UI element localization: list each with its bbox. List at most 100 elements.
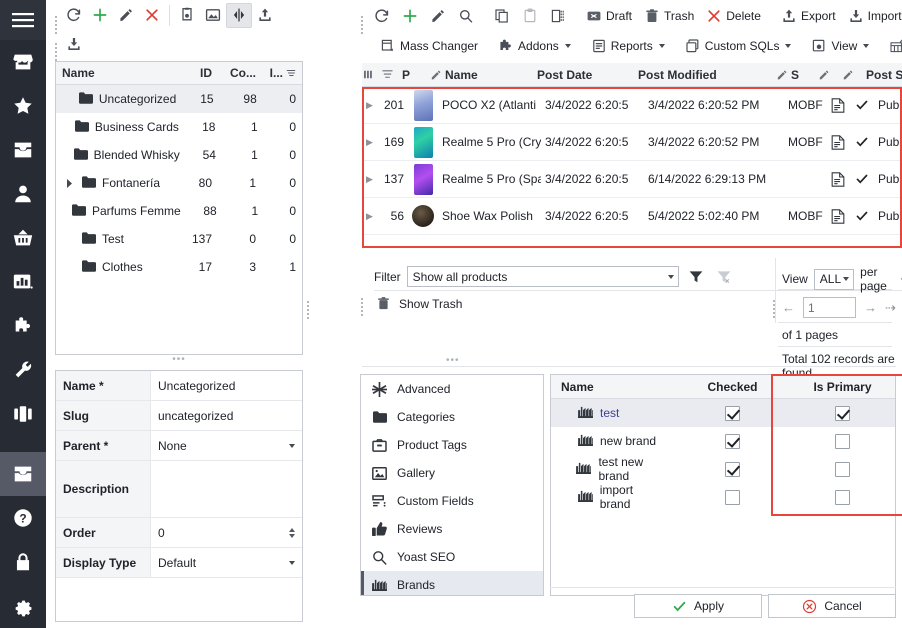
brand-row[interactable]: new brand xyxy=(551,427,895,455)
next-page-button[interactable]: → xyxy=(864,300,877,315)
bottom-splitter-dots[interactable]: ••• xyxy=(446,355,460,366)
product-row[interactable]: ▶137Realme 5 Pro (Spa3/4/2022 6:20:56/14… xyxy=(362,161,902,198)
search-button[interactable] xyxy=(452,3,480,28)
spinner-icon[interactable] xyxy=(289,528,295,538)
export-icon[interactable] xyxy=(252,3,278,28)
tab-advanced[interactable]: Advanced xyxy=(361,375,543,403)
delete-icon[interactable] xyxy=(139,3,165,28)
property-value-cell[interactable]: Default xyxy=(151,548,302,577)
column-header-filter[interactable] xyxy=(378,69,398,80)
per-page-select[interactable]: ALL xyxy=(814,269,854,290)
user-icon[interactable] xyxy=(0,172,46,216)
column-header-name[interactable]: Name xyxy=(426,68,529,82)
trash-row-grip[interactable] xyxy=(358,294,365,320)
chart-icon[interactable] xyxy=(0,260,46,304)
brands-column-header-name[interactable]: Name xyxy=(551,380,675,394)
products-grid[interactable]: P Name Post Date Post Modified S xyxy=(362,63,902,250)
column-header-check[interactable] xyxy=(838,69,862,81)
brand-row[interactable]: test new brand xyxy=(551,455,895,483)
column-header-post-status[interactable]: Post S xyxy=(862,68,902,82)
column-header-i[interactable]: I... xyxy=(262,66,302,80)
tab-yoast-seo[interactable]: Yoast SEO xyxy=(361,543,543,571)
property-value-cell[interactable] xyxy=(151,461,302,517)
column-header-post-date[interactable]: Post Date xyxy=(529,68,632,82)
edit-icon[interactable] xyxy=(113,3,139,28)
compare-icon[interactable] xyxy=(226,3,252,28)
toolbar-grip[interactable] xyxy=(52,10,59,40)
column-header-name[interactable]: Name xyxy=(56,66,180,80)
column-header-count[interactable]: Co... xyxy=(218,66,262,80)
delete-button[interactable]: Delete xyxy=(700,3,767,28)
product-row[interactable]: ▶56Shoe Wax Polish3/4/2022 6:20:55/4/202… xyxy=(362,198,902,235)
cancel-button[interactable]: Cancel xyxy=(768,594,896,618)
category-row[interactable]: Test13700 xyxy=(56,225,302,253)
brand-checked-checkbox[interactable] xyxy=(675,462,790,477)
brands-column-header-checked[interactable]: Checked xyxy=(675,380,790,394)
puzzle-icon[interactable] xyxy=(0,304,46,348)
brand-is-primary-checkbox[interactable] xyxy=(790,462,895,477)
page-number-input[interactable]: 1 xyxy=(803,297,856,318)
brand-checked-checkbox[interactable] xyxy=(675,434,790,449)
apply-button[interactable]: Apply xyxy=(634,594,762,618)
pagination-grip[interactable] xyxy=(770,296,777,322)
property-value-cell[interactable]: uncategorized xyxy=(151,401,302,430)
brand-checked-checkbox[interactable] xyxy=(675,406,790,421)
import-icon[interactable] xyxy=(61,32,87,57)
addons-button[interactable]: Addons xyxy=(492,34,577,59)
draft-button[interactable]: Draft xyxy=(580,3,638,28)
show-trash-button[interactable]: Show Trash xyxy=(376,296,462,311)
brands-grid[interactable]: Name Checked Is Primary testnew brandtes… xyxy=(550,374,896,596)
reports-button[interactable]: Reports xyxy=(585,34,671,59)
product-row[interactable]: ▶201POCO X2 (Atlanti3/4/2022 6:20:53/4/2… xyxy=(362,87,902,124)
clear-filter-button[interactable] xyxy=(713,269,735,285)
paste-button[interactable] xyxy=(516,3,544,28)
chevron-down-icon-prop[interactable] xyxy=(289,561,295,565)
category-row[interactable]: Fontanería8010 xyxy=(56,169,302,197)
help-icon[interactable]: ? xyxy=(0,496,46,540)
mass-changer-button[interactable]: Mass Changer xyxy=(374,34,484,59)
category-row[interactable]: Uncategorized15980 xyxy=(56,85,302,113)
image-icon[interactable] xyxy=(200,3,226,28)
menu-icon[interactable] xyxy=(0,0,46,40)
panel-vertical-grip[interactable] xyxy=(305,280,311,340)
brand-row[interactable]: import brand xyxy=(551,483,895,511)
panels-icon[interactable] xyxy=(0,392,46,436)
brand-is-primary-checkbox[interactable] xyxy=(790,406,895,421)
column-header-columns[interactable] xyxy=(362,70,378,79)
panel-splitter-dots[interactable]: ••• xyxy=(55,356,303,364)
brand-row[interactable]: test xyxy=(551,399,895,427)
row-expander[interactable]: ▶ xyxy=(362,211,376,222)
tab-gallery[interactable]: Gallery xyxy=(361,459,543,487)
inbox-icon[interactable] xyxy=(0,128,46,172)
products-toolbar-grip[interactable] xyxy=(358,10,365,40)
category-grid[interactable]: Name ID Co... I... Uncategorized15980Bus… xyxy=(55,61,303,355)
column-header-doc[interactable] xyxy=(814,69,838,81)
column-header-post-modified[interactable]: Post Modified xyxy=(632,68,772,82)
archive-icon[interactable] xyxy=(0,452,46,496)
chevron-down-icon-prop[interactable] xyxy=(289,444,295,448)
last-page-button[interactable]: ⇢ xyxy=(885,300,896,316)
export-grid-button[interactable]: Export Grid xyxy=(883,34,902,59)
column-header-id[interactable]: ID xyxy=(180,66,218,80)
tab-product-tags[interactable]: Product Tags xyxy=(361,431,543,459)
wrench-icon[interactable] xyxy=(0,348,46,392)
tab-categories[interactable]: Categories xyxy=(361,403,543,431)
property-value-cell[interactable]: Uncategorized xyxy=(151,371,302,400)
tab-brands[interactable]: Brands xyxy=(361,571,543,596)
copy-button[interactable] xyxy=(488,3,516,28)
lock-icon[interactable] xyxy=(0,540,46,584)
category-row[interactable]: Business Cards1810 xyxy=(56,113,302,141)
custom-sqls-button[interactable]: Custom SQLs xyxy=(679,34,798,59)
edit-button[interactable] xyxy=(424,3,452,28)
tab-custom-fields[interactable]: Custom Fields xyxy=(361,487,543,515)
brand-is-primary-checkbox[interactable] xyxy=(790,434,895,449)
row-expander[interactable]: ▶ xyxy=(362,174,376,185)
refresh-button[interactable] xyxy=(368,3,396,28)
row-expander[interactable]: ▶ xyxy=(362,100,376,111)
expander-icon[interactable] xyxy=(62,179,76,188)
column-header-p[interactable]: P xyxy=(398,68,426,82)
filter-select[interactable]: Show all products xyxy=(407,266,679,287)
column-header-s1[interactable]: S xyxy=(772,68,814,82)
preview-icon[interactable] xyxy=(174,3,200,28)
export-button[interactable]: Export xyxy=(775,3,842,28)
